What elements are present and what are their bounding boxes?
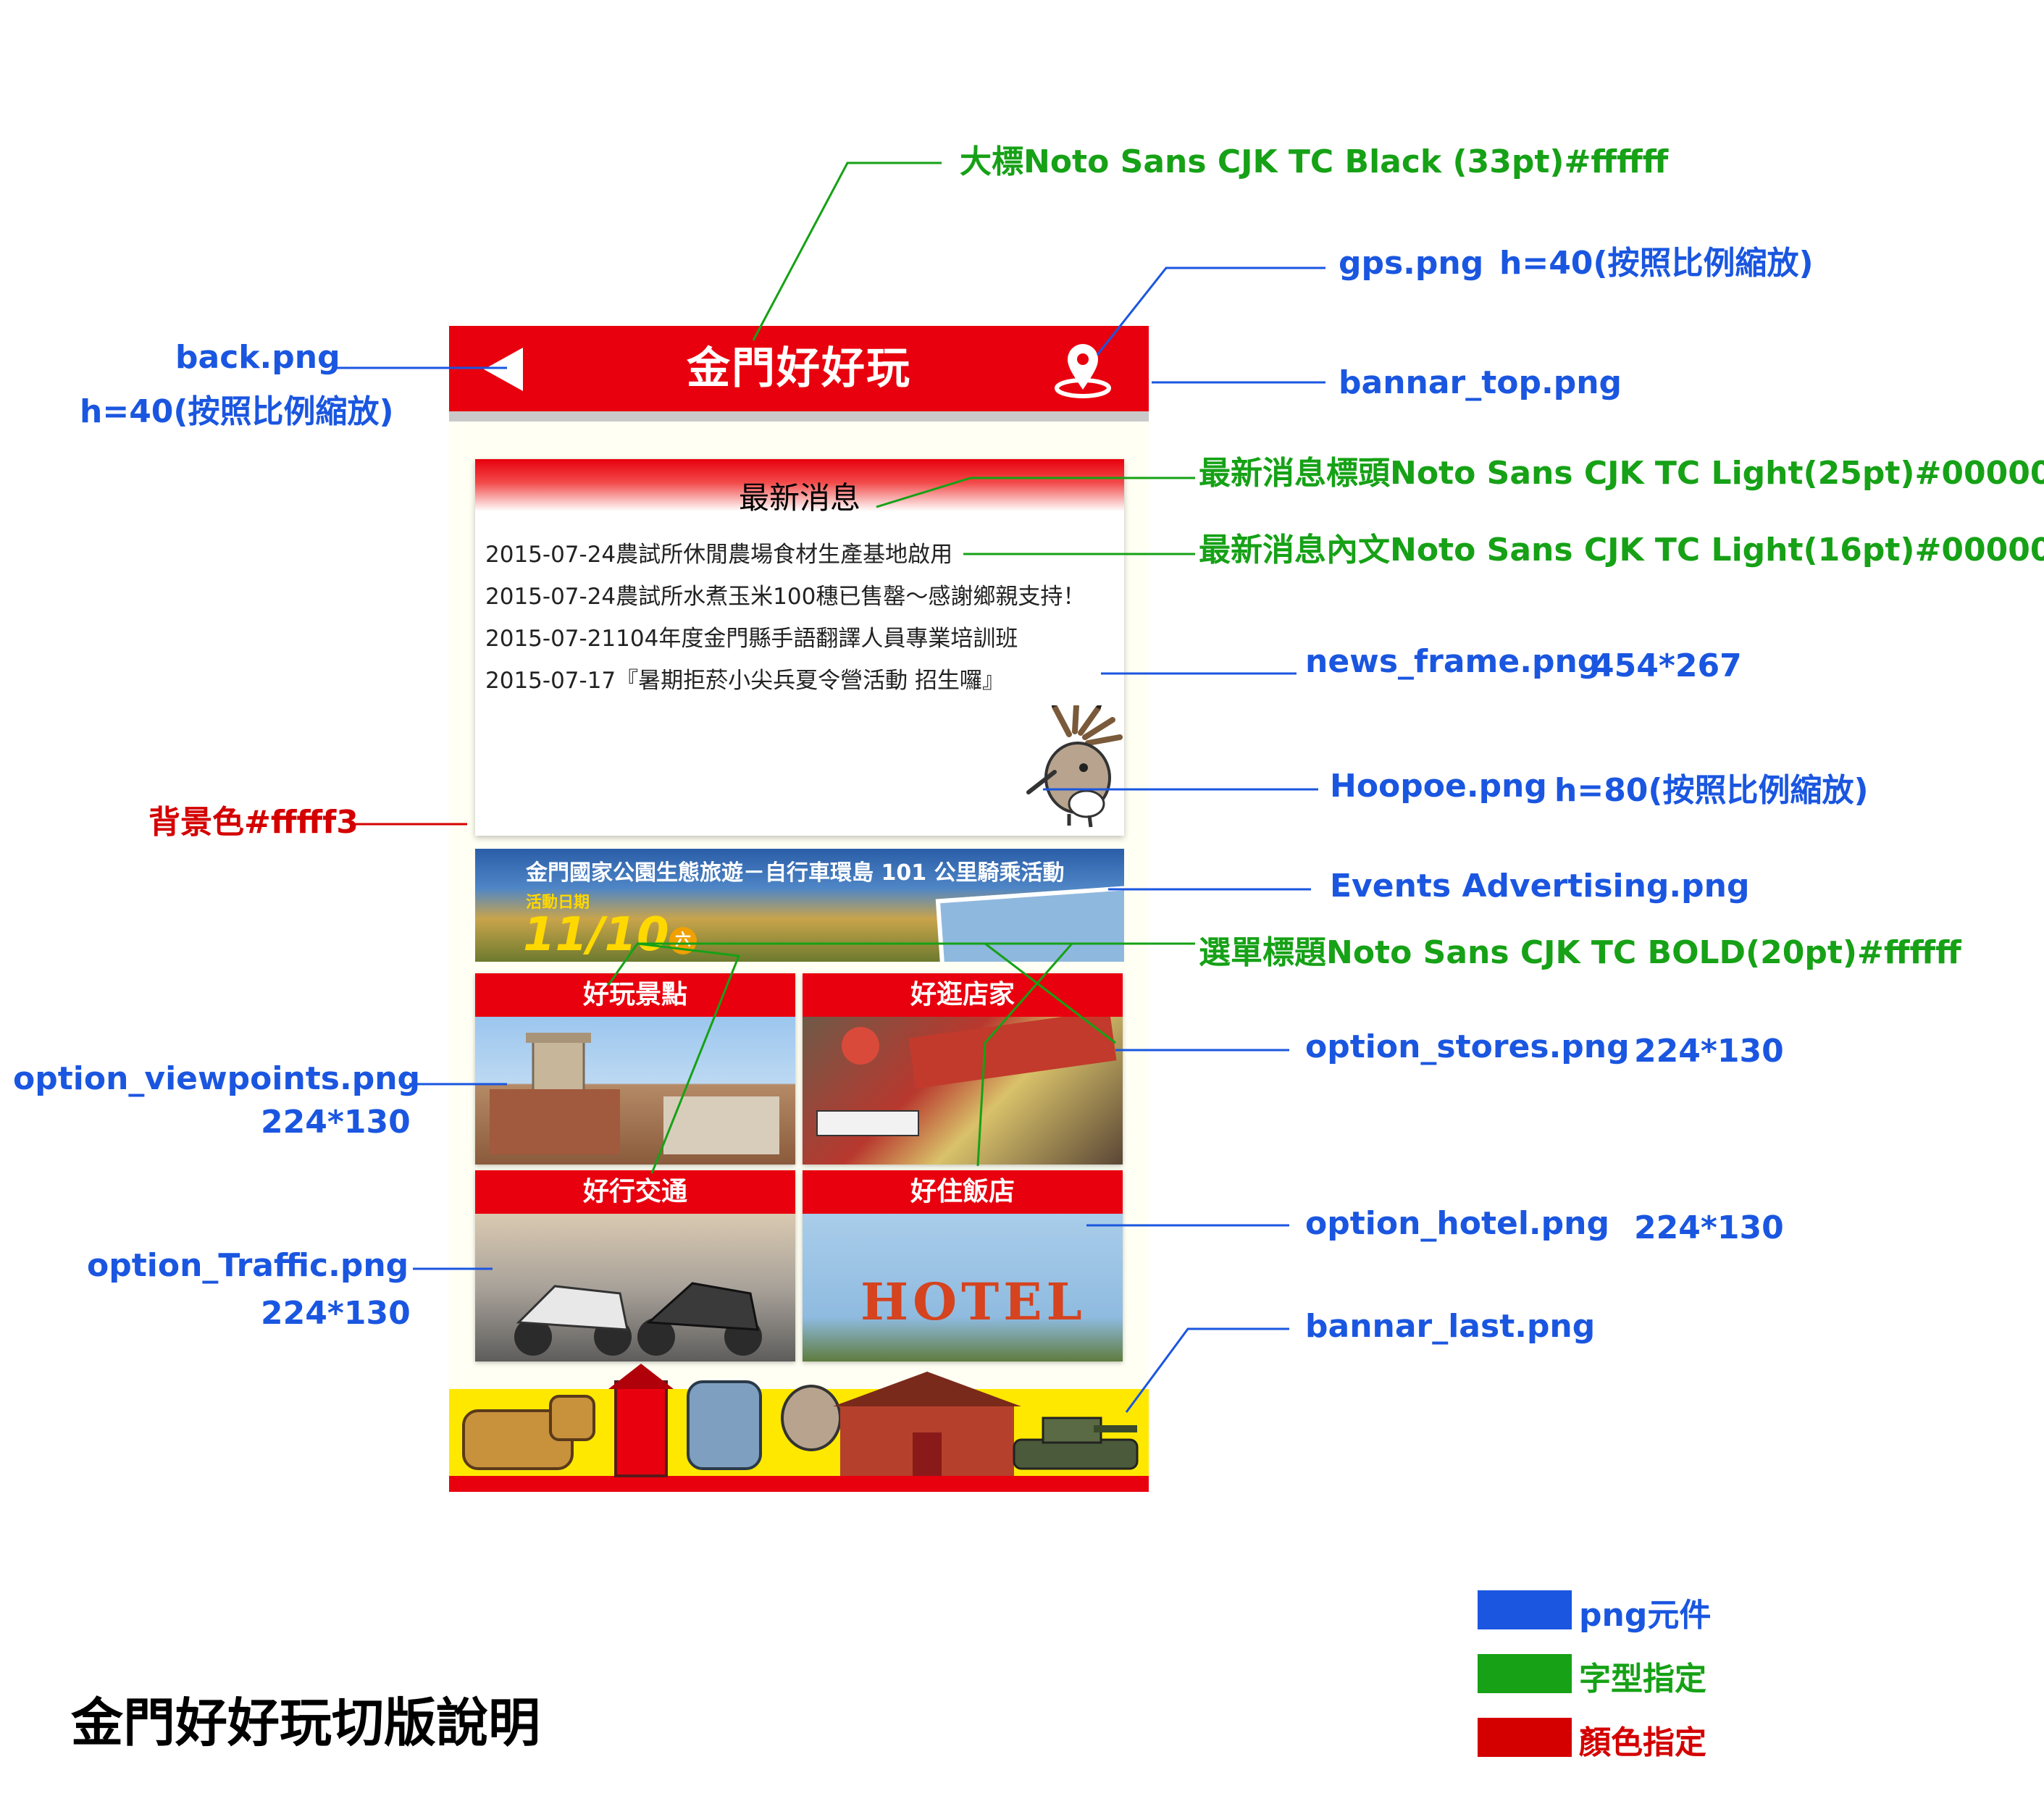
- legend-png: png元件: [1579, 1597, 1712, 1634]
- annotation-back: back.png: [175, 339, 340, 376]
- annotation-bannar-last: bannar_last.png: [1305, 1308, 1596, 1345]
- annotation-option-stores: option_stores.png: [1305, 1028, 1630, 1065]
- annotation-news-frame-size: 454*267: [1592, 647, 1742, 684]
- annotation-option-viewpoints-size: 224*130: [261, 1104, 411, 1141]
- annotation-news-title-font: 最新消息標頭Noto Sans CJK TC Light(25pt)#00000…: [1199, 455, 2044, 492]
- legend-swatch-font: [1478, 1654, 1572, 1693]
- annotation-gps: gps.png: [1339, 245, 1484, 282]
- page-caption: 金門好好玩切版說明: [71, 1692, 541, 1753]
- annotation-option-hotel: option_hotel.png: [1305, 1205, 1609, 1242]
- annotation-news-body-font: 最新消息內文Noto Sans CJK TC Light(16pt)#00000…: [1199, 532, 2044, 568]
- annotation-bg-color: 背景色#fffff3: [148, 804, 359, 841]
- annotation-hoopoe: Hoopoe.png: [1330, 768, 1547, 805]
- legend-swatch-color: [1478, 1718, 1572, 1757]
- annotation-gps-size: h=40(按照比例縮放): [1499, 245, 1814, 282]
- annotation-option-hotel-size: 224*130: [1634, 1209, 1784, 1246]
- annotation-news-frame: news_frame.png: [1305, 643, 1601, 680]
- annotation-title-font: 大標Noto Sans CJK TC Black (33pt)#ffffff: [960, 143, 1669, 180]
- legend-color: 顏色指定: [1579, 1724, 1706, 1761]
- annotation-bannar-top: bannar_top.png: [1339, 364, 1622, 401]
- annotation-option-traffic-size: 224*130: [261, 1295, 411, 1332]
- annotation-events-ad: Events Advertising.png: [1330, 868, 1750, 905]
- annotation-hoopoe-size: h=80(按照比例縮放): [1554, 772, 1869, 809]
- annotation-option-traffic: option_Traffic.png: [87, 1247, 409, 1284]
- annotation-option-viewpoints: option_viewpoints.png: [13, 1060, 421, 1097]
- annotation-back-size: h=40(按照比例縮放): [80, 393, 394, 430]
- annotation-menu-title-font: 選單標題Noto Sans CJK TC BOLD(20pt)#ffffff: [1199, 934, 1961, 971]
- legend-font: 字型指定: [1579, 1661, 1706, 1698]
- legend-swatch-png: [1478, 1590, 1572, 1629]
- annotation-option-stores-size: 224*130: [1634, 1033, 1784, 1070]
